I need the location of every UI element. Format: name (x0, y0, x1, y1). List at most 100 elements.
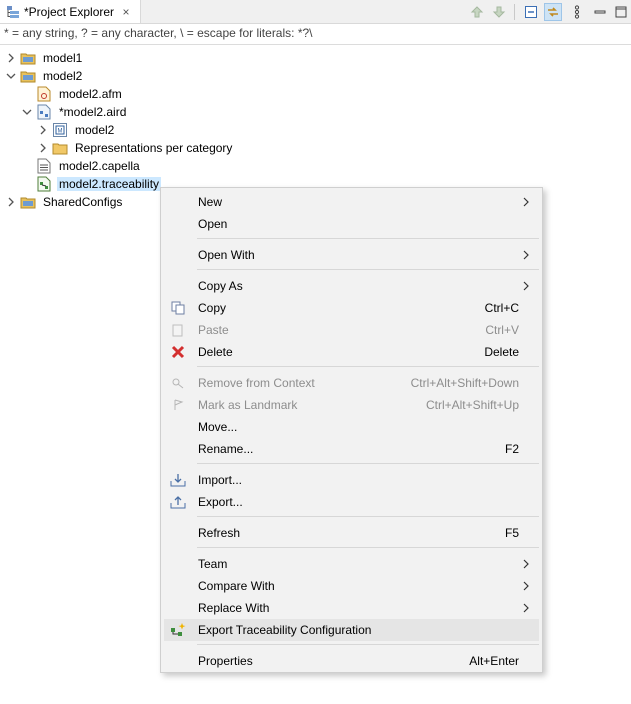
submenu-arrow-icon (521, 579, 531, 593)
copy-icon (170, 300, 186, 316)
aird-file-icon (36, 104, 52, 120)
menu-item-export-traceability[interactable]: Export Traceability Configuration (164, 619, 539, 641)
menu-separator (197, 516, 539, 517)
menu-item-shortcut: Ctrl+C (484, 301, 519, 315)
menu-item-import[interactable]: Import... (164, 469, 539, 491)
paste-icon (170, 322, 186, 338)
export-icon (170, 494, 186, 510)
capella-file-icon (36, 158, 52, 174)
menu-item-label: Mark as Landmark (198, 398, 298, 412)
project-folder-icon (20, 194, 36, 210)
chevron-down-icon[interactable] (5, 70, 17, 82)
menu-item-label: Export Traceability Configuration (198, 623, 372, 637)
tree-item-model2-traceability[interactable]: model2.traceability (21, 175, 162, 193)
menu-separator (197, 463, 539, 464)
menu-item-label: Move... (198, 420, 238, 434)
menu-item-replace-with[interactable]: Replace With (164, 597, 539, 619)
toolbar-separator (514, 4, 515, 20)
chevron-right-icon[interactable] (37, 142, 49, 154)
chevron-right-icon[interactable] (37, 124, 49, 136)
project-explorer-icon (6, 5, 20, 19)
import-icon (170, 472, 186, 488)
menu-item-label: Properties (198, 654, 253, 668)
tree-item-label: model1 (43, 51, 83, 65)
semantic-model-icon: M (52, 122, 68, 138)
menu-item-shortcut: Ctrl+V (485, 323, 519, 337)
view-menu-icon[interactable] (568, 3, 586, 21)
menu-item-label: Open (198, 217, 228, 231)
menu-item-move[interactable]: Move... (164, 416, 539, 438)
menu-item-remove-from-context[interactable]: Remove from Context Ctrl+Alt+Shift+Down (164, 372, 539, 394)
tree-item-label: model2 (75, 123, 115, 137)
tab-title: *Project Explorer (24, 4, 115, 19)
tree-item-model2[interactable]: model2 (5, 67, 84, 85)
chevron-down-icon[interactable] (21, 106, 33, 118)
link-with-editor-icon[interactable] (544, 3, 562, 21)
menu-item-label: Team (198, 557, 228, 571)
traceability-file-icon (36, 176, 52, 192)
menu-item-copy[interactable]: Copy Ctrl+C (164, 297, 539, 319)
menu-item-shortcut: Alt+Enter (469, 654, 519, 668)
menu-item-shortcut: Ctrl+Alt+Shift+Up (425, 398, 519, 412)
submenu-arrow-icon (521, 601, 531, 615)
menu-separator (197, 644, 539, 645)
menu-item-label: Remove from Context (198, 376, 315, 390)
tree-item-model2-capella[interactable]: model2.capella (21, 157, 142, 175)
menu-separator (197, 547, 539, 548)
menu-item-label: Rename... (198, 442, 254, 456)
close-tab-button[interactable]: × (120, 5, 132, 19)
arrow-down-icon[interactable] (490, 3, 508, 21)
minimize-icon[interactable] (591, 3, 609, 21)
svg-text:M: M (58, 129, 63, 135)
menu-item-paste[interactable]: Paste Ctrl+V (164, 319, 539, 341)
tree-item-label: Representations per category (75, 141, 233, 155)
project-folder-icon (20, 50, 36, 66)
menu-item-open-with[interactable]: Open With (164, 244, 539, 266)
menu-item-new[interactable]: New (164, 191, 539, 213)
filter-input[interactable] (4, 24, 624, 42)
tree-item-label: model2.traceability (57, 177, 162, 191)
arrow-up-icon[interactable] (468, 3, 486, 21)
menu-item-delete[interactable]: Delete Delete (164, 341, 539, 363)
tab-project-explorer[interactable]: *Project Explorer × (0, 0, 141, 23)
tree-item-model2-afm[interactable]: model2.afm (21, 85, 124, 103)
menu-item-mark-as-landmark[interactable]: Mark as Landmark Ctrl+Alt+Shift+Up (164, 394, 539, 416)
menu-item-export[interactable]: Export... (164, 491, 539, 513)
menu-item-open[interactable]: Open (164, 213, 539, 235)
menu-item-team[interactable]: Team (164, 553, 539, 575)
submenu-arrow-icon (521, 557, 531, 571)
menu-item-refresh[interactable]: Refresh F5 (164, 522, 539, 544)
project-folder-icon (20, 68, 36, 84)
collapse-all-icon[interactable] (522, 3, 540, 21)
tree-item-model2-aird[interactable]: *model2.aird (21, 103, 128, 121)
tree-item-label: model2.afm (59, 87, 122, 101)
menu-item-label: Refresh (198, 526, 241, 540)
menu-item-copy-as[interactable]: Copy As (164, 275, 539, 297)
tree-item-representations[interactable]: Representations per category (37, 139, 234, 157)
menu-item-shortcut: F2 (504, 442, 519, 456)
tree-item-model1[interactable]: model1 (5, 49, 84, 67)
landmark-icon (170, 397, 186, 413)
menu-separator (197, 238, 539, 239)
menu-item-compare-with[interactable]: Compare With (164, 575, 539, 597)
menu-item-label: Export... (198, 495, 243, 509)
menu-item-properties[interactable]: Properties Alt+Enter (164, 650, 539, 672)
maximize-icon[interactable] (612, 3, 630, 21)
tree-item-sharedconfigs[interactable]: SharedConfigs (5, 193, 124, 211)
menu-separator (197, 366, 539, 367)
afm-file-icon (36, 86, 52, 102)
tree-item-label: model2.capella (59, 159, 140, 173)
menu-item-label: New (198, 195, 223, 209)
tree-item-label: SharedConfigs (43, 195, 123, 209)
tree-item-label: *model2.aird (59, 105, 127, 119)
delete-icon (170, 344, 186, 360)
remove-from-context-icon (170, 375, 186, 391)
submenu-arrow-icon (521, 195, 531, 209)
chevron-right-icon[interactable] (5, 52, 17, 64)
submenu-arrow-icon (521, 279, 531, 293)
menu-item-rename[interactable]: Rename... F2 (164, 438, 539, 460)
chevron-right-icon[interactable] (5, 196, 17, 208)
tree-item-aird-model2[interactable]: M model2 (37, 121, 116, 139)
menu-item-shortcut: F5 (504, 526, 519, 540)
menu-item-label: Compare With (198, 579, 275, 593)
